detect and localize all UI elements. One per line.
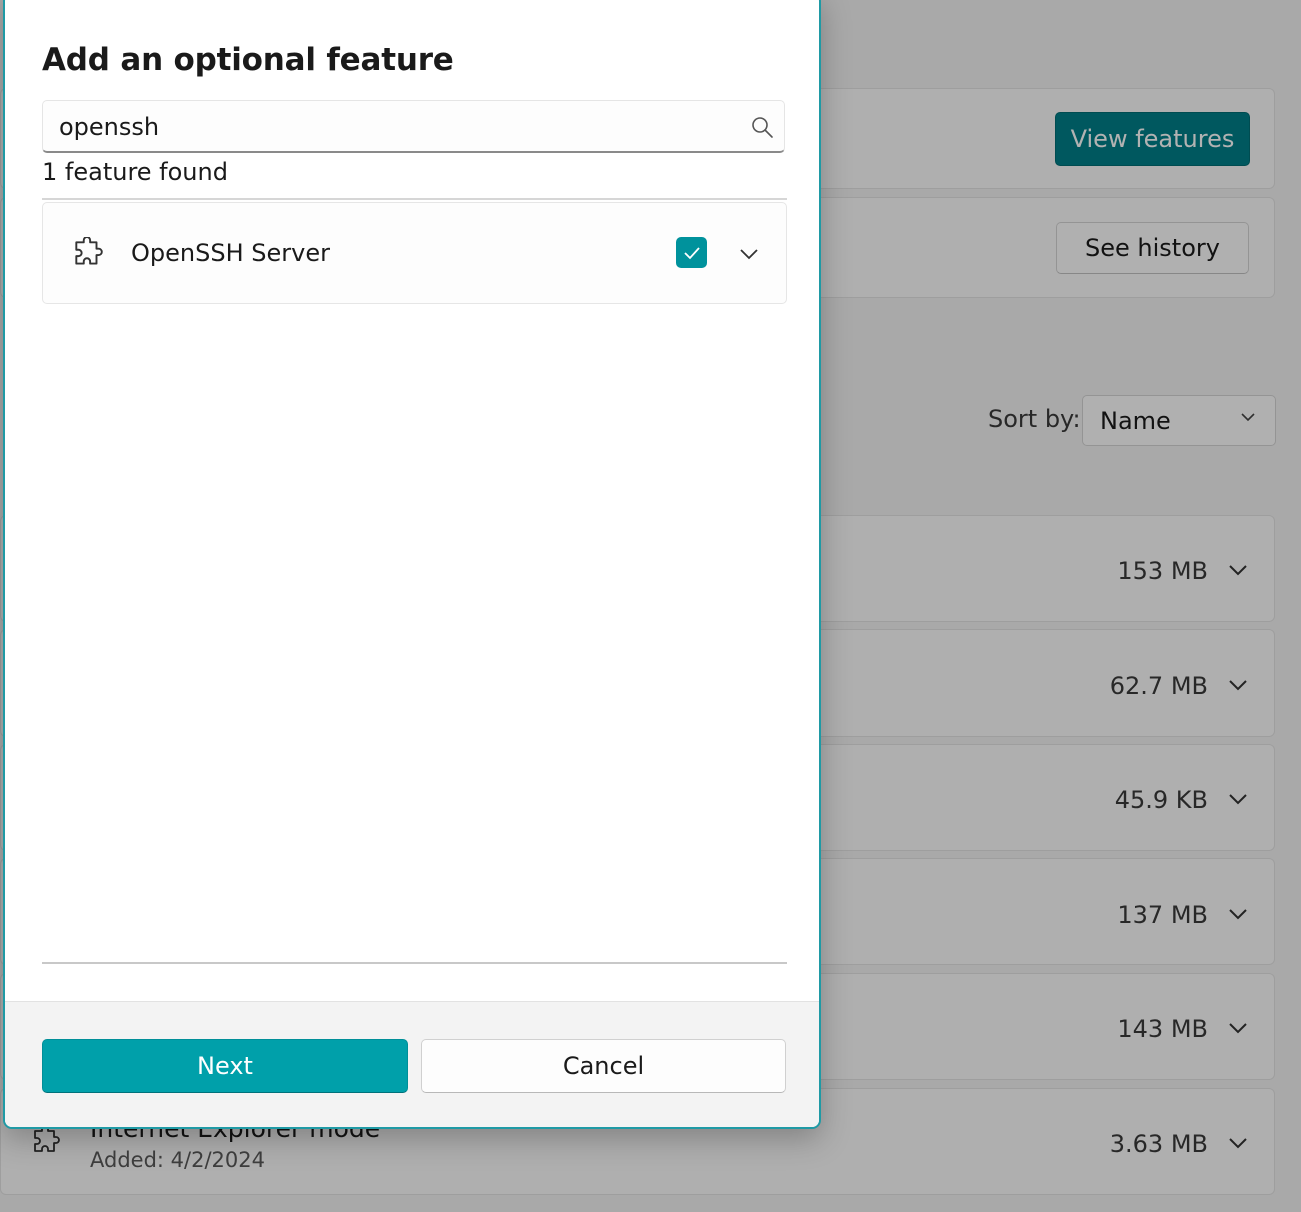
next-button[interactable]: Next bbox=[42, 1039, 408, 1093]
dialog-title: Add an optional feature bbox=[42, 42, 454, 78]
divider bbox=[42, 198, 787, 200]
search-input[interactable] bbox=[59, 111, 739, 143]
puzzle-icon bbox=[75, 237, 103, 265]
search-icon[interactable] bbox=[750, 115, 774, 139]
dialog-footer: Next Cancel bbox=[5, 1001, 819, 1127]
divider bbox=[42, 962, 787, 964]
chevron-down-icon[interactable] bbox=[740, 248, 758, 260]
search-box[interactable] bbox=[42, 100, 785, 153]
results-count: 1 feature found bbox=[42, 158, 228, 186]
checkmark-icon bbox=[683, 246, 700, 259]
cancel-button[interactable]: Cancel bbox=[421, 1039, 786, 1093]
feature-label: OpenSSH Server bbox=[131, 239, 330, 267]
feature-checkbox[interactable] bbox=[676, 237, 707, 268]
add-optional-feature-dialog: Add an optional feature 1 feature found … bbox=[3, 0, 821, 1129]
list-item-openssh-server[interactable]: OpenSSH Server bbox=[42, 202, 787, 304]
